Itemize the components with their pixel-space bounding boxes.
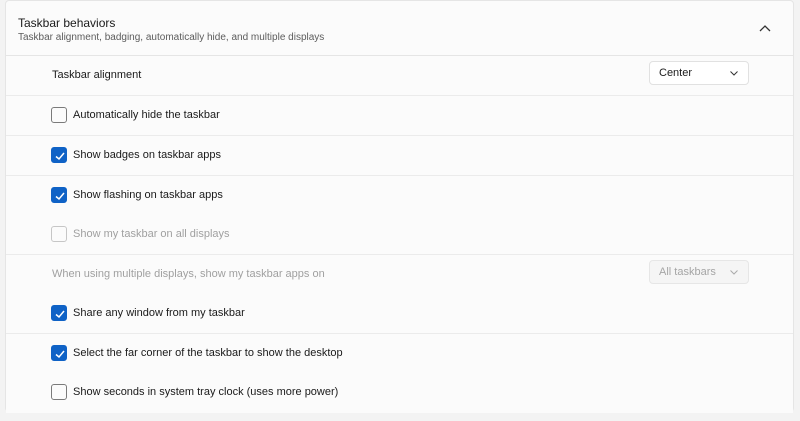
row-all-displays: Show my taskbar on all displays xyxy=(6,215,793,255)
badges-checkbox[interactable] xyxy=(51,147,67,163)
checkmark-icon xyxy=(55,350,65,359)
checkmark-icon xyxy=(55,310,65,319)
multi-display-dropdown: All taskbars xyxy=(649,260,749,284)
chevron-down-icon xyxy=(730,270,738,275)
taskbar-alignment-dropdown[interactable]: Center xyxy=(649,61,749,85)
far-corner-checkbox[interactable] xyxy=(51,345,67,361)
flashing-checkbox[interactable] xyxy=(51,187,67,203)
checkmark-icon xyxy=(55,152,65,161)
dropdown-selected-value: All taskbars xyxy=(659,266,716,278)
taskbar-behaviors-panel: Taskbar behaviors Taskbar alignment, bad… xyxy=(5,0,794,413)
row-seconds[interactable]: Show seconds in system tray clock (uses … xyxy=(6,373,793,413)
section-subtitle: Taskbar alignment, badging, automaticall… xyxy=(18,32,325,43)
seconds-label: Show seconds in system tray clock (uses … xyxy=(73,386,339,398)
far-corner-label: Select the far corner of the taskbar to … xyxy=(73,347,343,359)
row-auto-hide[interactable]: Automatically hide the taskbar xyxy=(6,96,793,136)
row-share-window[interactable]: Share any window from my taskbar xyxy=(6,294,793,334)
dropdown-selected-value: Center xyxy=(659,67,693,79)
row-taskbar-alignment: Taskbar alignment Center xyxy=(6,56,793,96)
row-badges[interactable]: Show badges on taskbar apps xyxy=(6,136,793,176)
multi-display-label: When using multiple displays, show my ta… xyxy=(52,268,325,280)
section-title: Taskbar behaviors xyxy=(18,16,116,30)
auto-hide-label: Automatically hide the taskbar xyxy=(73,109,220,121)
auto-hide-checkbox[interactable] xyxy=(51,107,67,123)
chevron-down-icon xyxy=(730,71,738,76)
row-far-corner[interactable]: Select the far corner of the taskbar to … xyxy=(6,334,793,374)
flashing-label: Show flashing on taskbar apps xyxy=(73,189,223,201)
share-window-checkbox[interactable] xyxy=(51,305,67,321)
taskbar-alignment-label: Taskbar alignment xyxy=(52,69,142,81)
all-displays-checkbox xyxy=(51,226,67,242)
badges-label: Show badges on taskbar apps xyxy=(73,149,221,161)
checkmark-icon xyxy=(55,192,65,201)
share-window-label: Share any window from my taskbar xyxy=(73,307,245,319)
chevron-up-icon[interactable] xyxy=(759,24,771,32)
section-header[interactable]: Taskbar behaviors Taskbar alignment, bad… xyxy=(6,1,793,56)
seconds-checkbox[interactable] xyxy=(51,384,67,400)
row-multi-display: When using multiple displays, show my ta… xyxy=(6,255,793,295)
row-flashing[interactable]: Show flashing on taskbar apps xyxy=(6,176,793,216)
all-displays-label: Show my taskbar on all displays xyxy=(73,228,230,240)
